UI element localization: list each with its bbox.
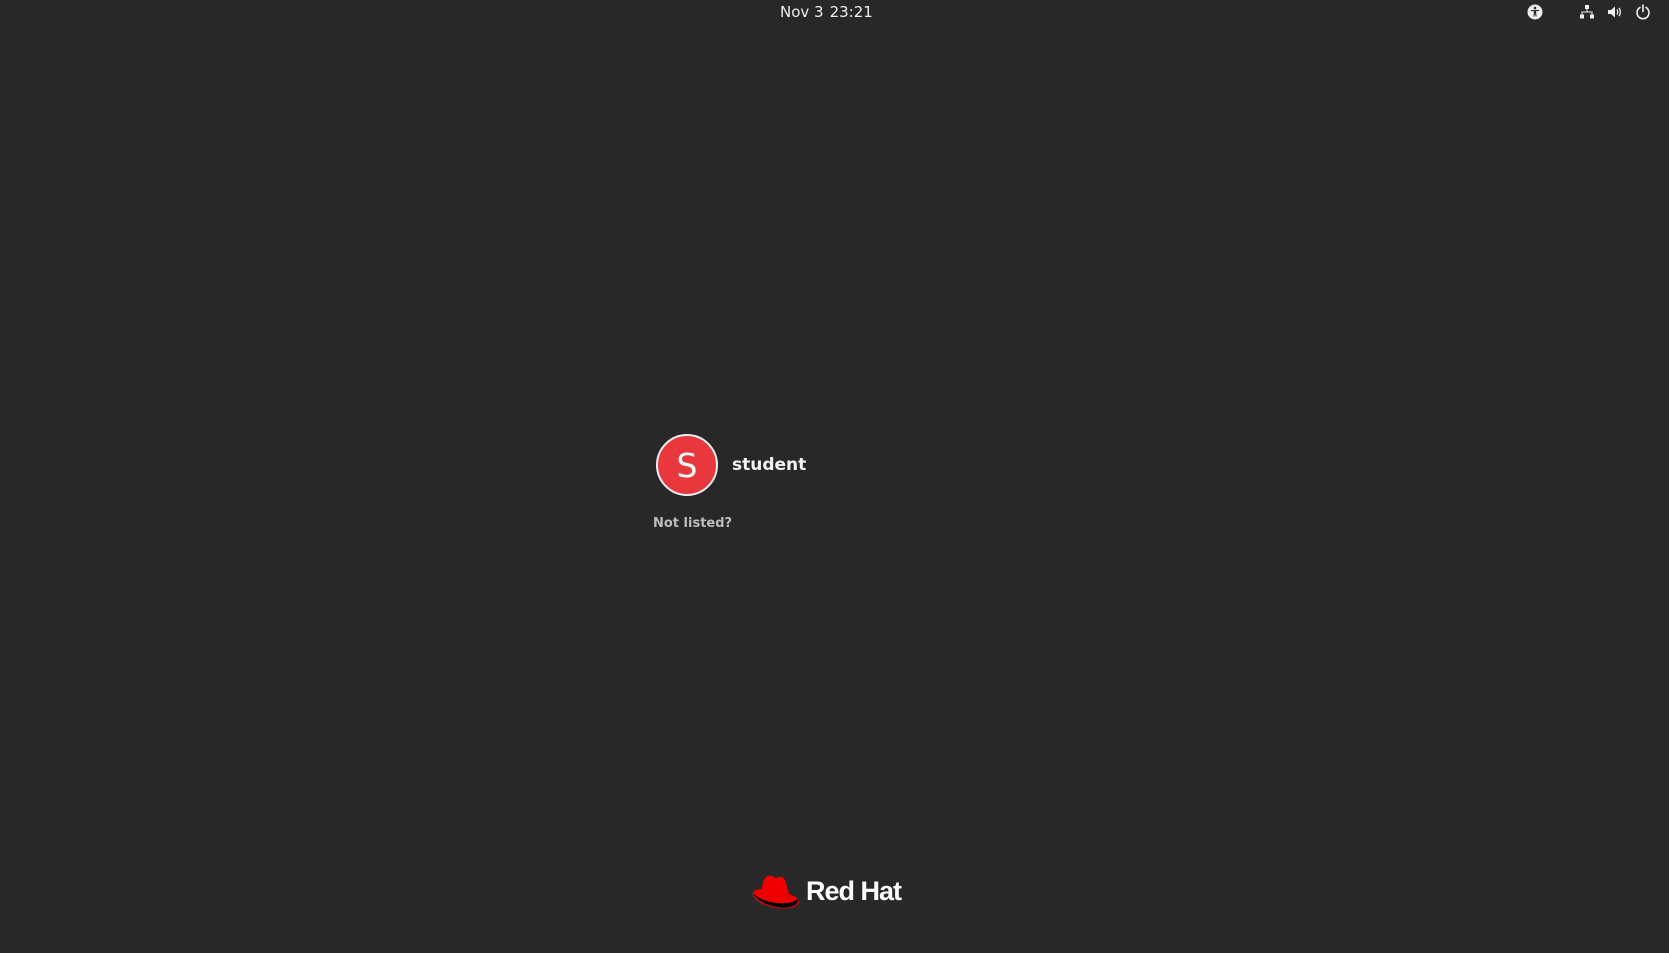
top-bar: Nov 3 23:21: [0, 0, 1669, 24]
clock-time: 23:21: [829, 3, 873, 21]
clock-date: Nov 3: [780, 3, 824, 21]
redhat-hat-icon: [752, 875, 799, 909]
not-listed-link[interactable]: Not listed?: [653, 516, 732, 531]
logo-text: Red Hat: [806, 875, 902, 906]
volume-icon[interactable]: [1606, 3, 1624, 21]
clock[interactable]: Nov 3 23:21: [780, 3, 873, 21]
power-icon[interactable]: [1634, 3, 1652, 21]
network-wired-icon[interactable]: [1578, 3, 1596, 21]
user-name: student: [732, 455, 807, 475]
accessibility-icon[interactable]: [1526, 3, 1544, 21]
login-screen: Nov 3 23:21 S student Not listed? Red Ha…: [0, 0, 1669, 953]
redhat-logo: Red Hat: [750, 870, 902, 912]
avatar: S: [656, 434, 718, 496]
user-entry-student[interactable]: S student: [656, 432, 806, 498]
avatar-initial: S: [676, 445, 698, 485]
